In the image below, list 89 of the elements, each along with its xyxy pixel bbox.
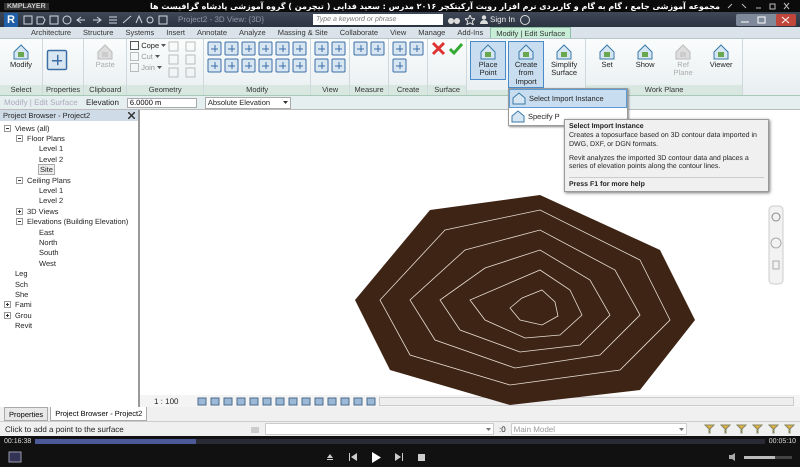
tool-icon[interactable]: [331, 58, 346, 73]
view-control-icon[interactable]: [353, 396, 364, 406]
check-icon[interactable]: [448, 41, 464, 56]
house-icon: [517, 43, 536, 61]
tool-icon[interactable]: [392, 41, 408, 56]
filter-icon[interactable]: [784, 424, 795, 434]
house-icon: [598, 43, 616, 61]
tool-icon[interactable]: [409, 41, 424, 56]
house-icon: [12, 43, 30, 61]
volume-icon[interactable]: [729, 453, 738, 461]
next-icon[interactable]: [395, 453, 404, 461]
expander-icon[interactable]: [4, 312, 11, 319]
tool-icon[interactable]: [353, 41, 368, 56]
view-control-icon[interactable]: [262, 396, 272, 406]
user-icon: [480, 15, 488, 24]
view-control-icon[interactable]: [223, 396, 234, 406]
document-title: Project2 - 3D View: {3D}: [178, 15, 266, 24]
play-icon[interactable]: [371, 452, 381, 462]
expander-icon[interactable]: [16, 176, 23, 184]
tool-icon[interactable]: [392, 58, 408, 73]
filter-icon[interactable]: [720, 424, 731, 434]
filter-icon[interactable]: [704, 424, 715, 434]
house-icon: [512, 92, 526, 105]
view-control-icon[interactable]: [249, 396, 260, 406]
caret-icon: [678, 428, 684, 430]
view-control-icon[interactable]: [301, 396, 312, 406]
tool-icon[interactable]: [331, 41, 346, 56]
help-icon[interactable]: [520, 14, 530, 24]
tool-icon[interactable]: [275, 41, 290, 56]
video-title: مجموعه آموزشی جامع ، گام به گام و کاربردی نرم افزار رویت آرکیتکچر ۲۰۱۶ مدرس : سعید فدایی ( تیچرمن ) گروه آموزشی پادشاه گرافیست ها: [149, 2, 720, 10]
app-logo[interactable]: R: [4, 12, 18, 26]
house-icon: [712, 43, 730, 61]
filter-icon[interactable]: [768, 424, 779, 434]
caret-icon: [156, 66, 162, 69]
tool-icon[interactable]: [314, 41, 330, 56]
tool-icon[interactable]: [207, 41, 222, 56]
view-control-icon[interactable]: [197, 396, 208, 406]
view-control-icon[interactable]: [327, 396, 338, 406]
eject-icon[interactable]: [326, 453, 334, 461]
cube-icon[interactable]: [8, 451, 22, 463]
tool-icon[interactable]: [292, 41, 308, 56]
tool-icon[interactable]: [46, 47, 68, 73]
view-control-icon[interactable]: [210, 396, 220, 406]
view-control-icon[interactable]: [288, 396, 298, 406]
tool-icon[interactable]: [224, 58, 240, 73]
tool-icon[interactable]: [258, 41, 274, 56]
caret-icon: [154, 55, 160, 58]
elevation-label: Elevation: [86, 98, 119, 107]
house-icon: [636, 43, 654, 61]
filter-icon[interactable]: [752, 424, 763, 434]
expander-icon[interactable]: [4, 301, 11, 308]
expander-icon[interactable]: [16, 208, 23, 215]
tool-icon[interactable]: [292, 58, 308, 73]
scale-label[interactable]: 1 : 100: [154, 396, 178, 406]
tool-icon[interactable]: [258, 58, 274, 73]
tool-icon[interactable]: [207, 58, 222, 73]
view-control-icon[interactable]: [366, 396, 376, 406]
expander-icon[interactable]: [16, 218, 23, 226]
filter-icon[interactable]: [736, 424, 747, 434]
view-control-icon[interactable]: [314, 396, 324, 406]
context-label: Modify | Edit Surface: [4, 98, 78, 107]
house-icon: [674, 43, 692, 61]
caret-icon: [486, 428, 491, 430]
tool-icon[interactable]: [314, 58, 330, 73]
house-icon: [555, 43, 574, 61]
star-icon[interactable]: [465, 14, 475, 24]
tool-icon[interactable]: [241, 41, 256, 56]
volume-slider[interactable]: [744, 456, 792, 458]
tool-icon[interactable]: [275, 58, 290, 73]
stop-icon[interactable]: [418, 454, 425, 460]
expander-icon[interactable]: [16, 135, 23, 142]
previous-icon[interactable]: [348, 453, 357, 461]
view-control-icon[interactable]: [275, 396, 286, 406]
status-message: Click to add a point to the surface: [5, 424, 125, 434]
cancel-icon[interactable]: [431, 41, 446, 56]
tool-icon[interactable]: [370, 41, 386, 56]
expander-icon[interactable]: [4, 124, 11, 132]
close-icon[interactable]: [128, 112, 135, 119]
selection-count: :0: [499, 424, 506, 434]
window-controls-icon[interactable]: [736, 14, 796, 26]
house-icon: [96, 43, 114, 61]
sign-in-button[interactable]: Sign In: [480, 15, 515, 24]
view-control-icon[interactable]: [236, 396, 246, 406]
house-icon: [479, 43, 498, 61]
caret-icon: [282, 101, 288, 104]
view-control-icon[interactable]: [340, 396, 350, 406]
caret-icon: [161, 44, 166, 47]
tool-icon[interactable]: [241, 58, 256, 73]
tool-icon[interactable]: [224, 41, 240, 56]
